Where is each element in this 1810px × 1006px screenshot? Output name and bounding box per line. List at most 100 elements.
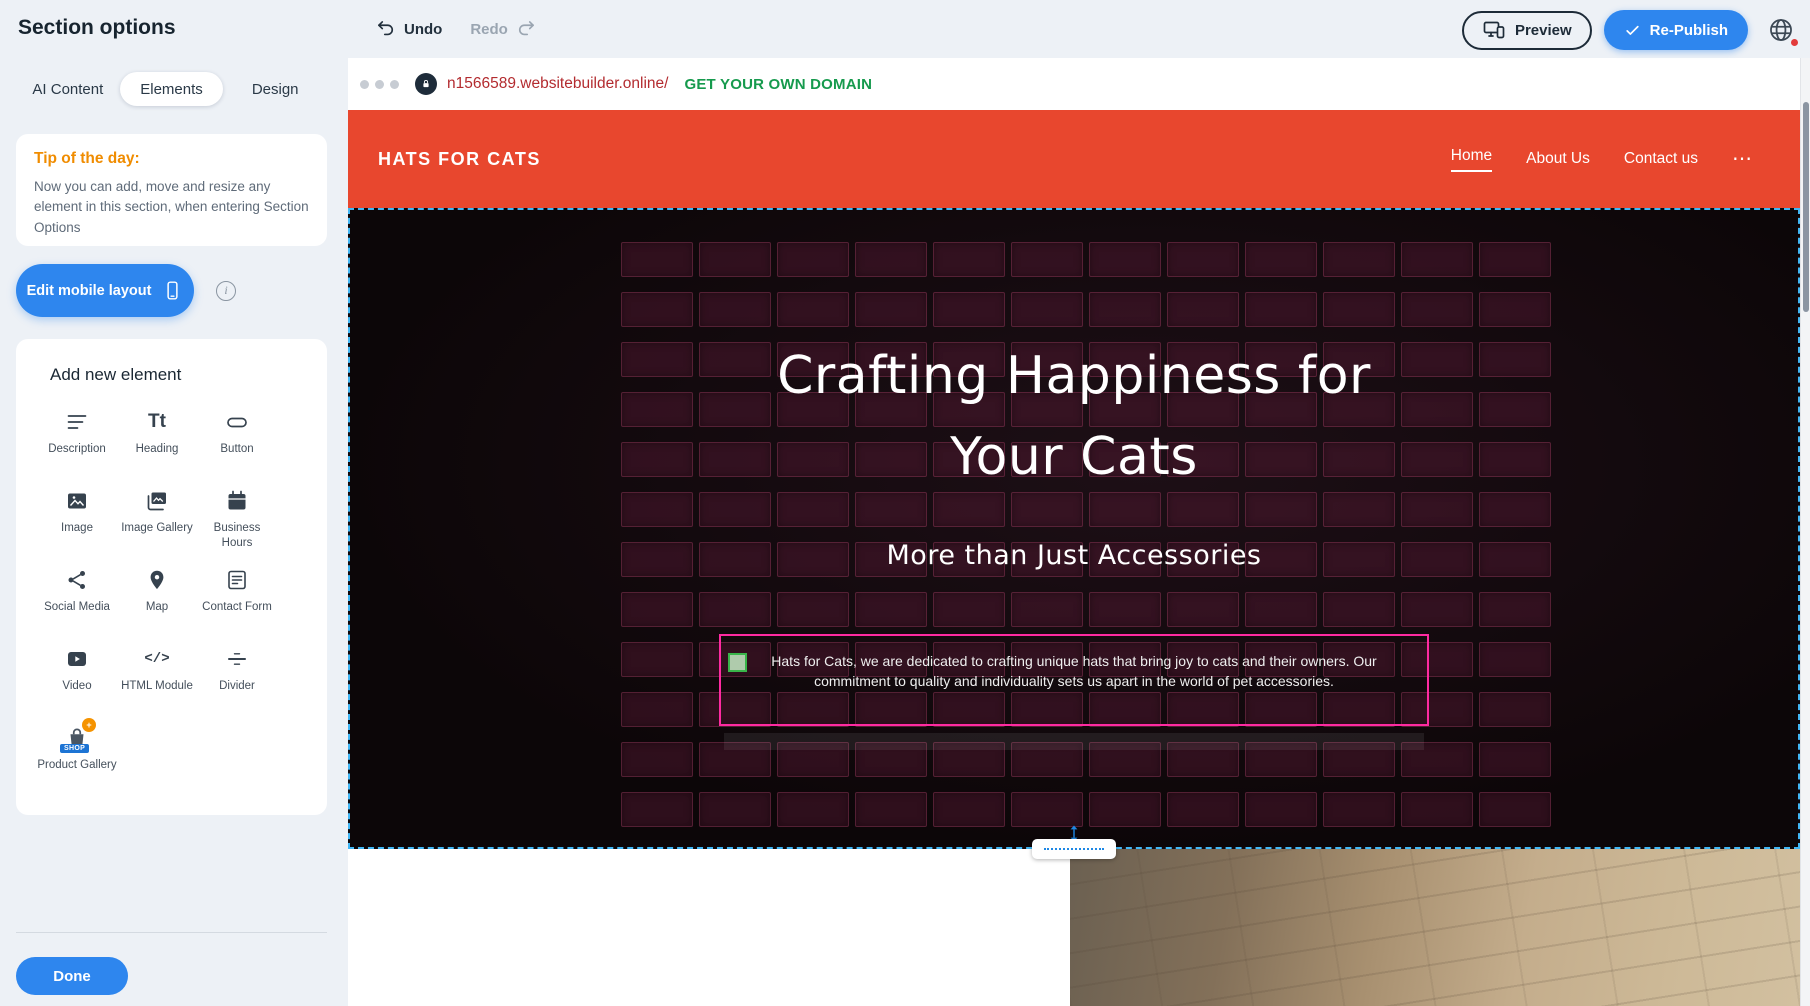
- site-url[interactable]: n1566589.websitebuilder.online/: [447, 75, 668, 93]
- element-product-gallery[interactable]: SHOP + Product Gallery: [37, 721, 117, 800]
- browser-chrome: n1566589.websitebuilder.online/ GET YOUR…: [348, 58, 1810, 110]
- element-button[interactable]: Button: [197, 405, 277, 484]
- section-resize-handle[interactable]: [1032, 825, 1116, 859]
- pavement-photo: [1070, 849, 1800, 1006]
- site-header[interactable]: HATS FOR CATS Home About Us Contact us ⋯: [348, 110, 1800, 208]
- wall-tile: [1401, 242, 1473, 277]
- mobile-layout-row: Edit mobile layout i: [16, 264, 236, 317]
- wall-tile: [621, 292, 693, 327]
- wall-tile: [621, 342, 693, 377]
- element-image-gallery[interactable]: Image Gallery: [117, 484, 197, 563]
- element-social-media[interactable]: Social Media: [37, 563, 117, 642]
- wall-tile: [1479, 692, 1551, 727]
- notification-dot: [1791, 39, 1798, 46]
- wall-tile: [1401, 792, 1473, 827]
- wall-tile: [699, 242, 771, 277]
- wall-tile: [621, 242, 693, 277]
- shop-badge: SHOP: [60, 744, 89, 753]
- wall-tile: [855, 492, 927, 527]
- wall-tile: [1479, 492, 1551, 527]
- get-domain-link[interactable]: GET YOUR OWN DOMAIN: [684, 76, 872, 93]
- tab-design[interactable]: Design: [223, 72, 327, 106]
- element-label: Contact Form: [202, 600, 272, 615]
- preview-button[interactable]: Preview: [1462, 11, 1592, 50]
- window-dot: [375, 80, 384, 89]
- element-label: Divider: [219, 679, 255, 694]
- wall-tile: [1479, 742, 1551, 777]
- wall-tile: [1089, 792, 1161, 827]
- wall-tile: [621, 392, 693, 427]
- wall-tile: [1089, 242, 1161, 277]
- element-drag-handle[interactable]: [728, 653, 747, 672]
- app: Section options Undo Redo Preview: [0, 0, 1810, 1006]
- nav-about-us[interactable]: About Us: [1526, 150, 1590, 168]
- scrollbar-thumb[interactable]: [1803, 102, 1809, 312]
- element-image[interactable]: Image: [37, 484, 117, 563]
- wall-tile: [699, 592, 771, 627]
- element-label: Business Hours: [197, 521, 277, 551]
- topbar: Section options Undo Redo Preview: [0, 0, 1810, 58]
- nav-contact-us[interactable]: Contact us: [1624, 150, 1698, 168]
- wall-tile: [1011, 292, 1083, 327]
- element-label: Social Media: [44, 600, 110, 615]
- wall-tile: [1167, 242, 1239, 277]
- ghost-bar: [724, 733, 1424, 750]
- hero-subheading[interactable]: More than Just Accessories: [350, 540, 1798, 571]
- wall-tile: [933, 792, 1005, 827]
- hero-heading[interactable]: Crafting Happiness for Your Cats: [724, 336, 1424, 497]
- edit-mobile-layout-button[interactable]: Edit mobile layout: [16, 264, 194, 317]
- wall-tile: [1011, 592, 1083, 627]
- element-video[interactable]: Video: [37, 642, 117, 721]
- next-section: [348, 849, 1800, 1006]
- canvas-scrollbar[interactable]: [1800, 58, 1810, 1006]
- nav-more-button[interactable]: ⋯: [1732, 149, 1752, 169]
- canvas: n1566589.websitebuilder.online/ GET YOUR…: [348, 58, 1810, 1006]
- element-html-module[interactable]: </> HTML Module: [117, 642, 197, 721]
- element-divider[interactable]: Divider: [197, 642, 277, 721]
- html-code-icon: </>: [144, 646, 170, 672]
- nav-home[interactable]: Home: [1451, 147, 1492, 172]
- element-map[interactable]: Map: [117, 563, 197, 642]
- tip-body: Now you can add, move and resize any ele…: [34, 177, 309, 238]
- wall-tile: [1479, 792, 1551, 827]
- wall-tile: [777, 592, 849, 627]
- republish-button[interactable]: Re-Publish: [1604, 10, 1748, 50]
- element-description[interactable]: Description: [37, 405, 117, 484]
- wall-tile: [1089, 492, 1161, 527]
- done-button[interactable]: Done: [16, 957, 128, 995]
- info-icon[interactable]: i: [216, 281, 236, 301]
- element-heading[interactable]: Tt Heading: [117, 405, 197, 484]
- add-element-panel: Add new element Description Tt Heading: [16, 339, 327, 815]
- product-gallery-icon: SHOP +: [64, 725, 90, 751]
- image-icon: [64, 488, 90, 514]
- check-icon: [1624, 22, 1641, 39]
- wall-tile: [777, 792, 849, 827]
- element-business-hours[interactable]: Business Hours: [197, 484, 277, 563]
- sidebar-tabs: AI Content Elements Design: [16, 72, 327, 106]
- language-button[interactable]: [1760, 9, 1802, 51]
- wall-tile: [1011, 792, 1083, 827]
- selected-text-element[interactable]: Hats for Cats, we are dedicated to craft…: [719, 634, 1429, 726]
- wall-tile: [1479, 642, 1551, 677]
- redo-icon: [516, 19, 536, 39]
- wall-tile: [1479, 242, 1551, 277]
- sidebar: AI Content Elements Design Tip of the da…: [0, 58, 348, 1006]
- tip-title: Tip of the day:: [34, 150, 309, 168]
- tab-elements[interactable]: Elements: [120, 72, 224, 106]
- undo-icon: [376, 19, 396, 39]
- wall-tile: [1401, 492, 1473, 527]
- undo-button[interactable]: Undo: [376, 19, 442, 39]
- wall-tile: [933, 492, 1005, 527]
- hero-section[interactable]: Crafting Happiness for Your Cats More th…: [348, 208, 1800, 849]
- tab-ai-content[interactable]: AI Content: [16, 72, 120, 106]
- site-logo[interactable]: HATS FOR CATS: [378, 149, 541, 170]
- site-nav: Home About Us Contact us ⋯: [1451, 110, 1752, 208]
- element-contact-form[interactable]: Contact Form: [197, 563, 277, 642]
- wall-tile: [1245, 792, 1317, 827]
- wall-tile: [1479, 392, 1551, 427]
- element-label: Description: [48, 442, 106, 457]
- wall-tile: [1323, 792, 1395, 827]
- wall-tile: [1479, 292, 1551, 327]
- wall-tile: [1011, 242, 1083, 277]
- redo-button[interactable]: Redo: [470, 19, 536, 39]
